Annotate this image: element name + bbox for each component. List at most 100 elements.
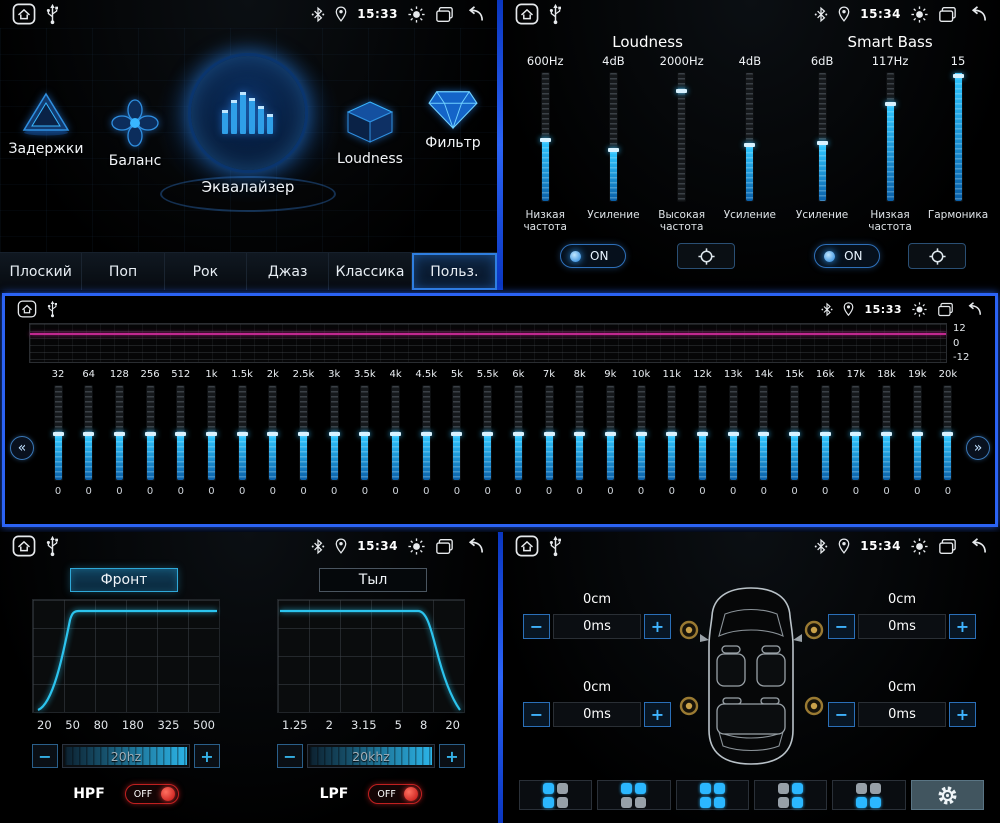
delay-minus-button[interactable]: − [828, 614, 855, 639]
eq-band-slider[interactable]: 128 0 [106, 369, 132, 497]
eq-band-slider[interactable]: 32 0 [45, 369, 71, 497]
lpf-off-toggle[interactable]: OFF [368, 784, 422, 804]
preset-user[interactable]: Польз. [412, 253, 497, 290]
loudness-slider[interactable]: 600Hz Низкая частота [513, 54, 577, 235]
lpf-frequency-slider[interactable]: 20khz [307, 744, 435, 768]
seats-left-button[interactable] [519, 780, 592, 810]
back-icon[interactable] [967, 6, 988, 23]
hpf-off-toggle[interactable]: OFF [125, 784, 179, 804]
eq-band-slider[interactable]: 4k 0 [383, 369, 409, 497]
eq-band-slider[interactable]: 6k 0 [505, 369, 531, 497]
scroll-right-button[interactable]: » [966, 436, 990, 460]
eq-band-slider[interactable]: 1.5k 0 [229, 369, 255, 497]
lpf-minus-button[interactable]: − [277, 744, 303, 768]
menu-item-balance[interactable]: Баланс [92, 98, 178, 169]
delay-plus-button[interactable]: + [644, 702, 671, 727]
brightness-icon[interactable] [408, 6, 425, 23]
home-icon[interactable] [12, 3, 36, 25]
eq-band-slider[interactable]: 2.5k 0 [291, 369, 317, 497]
scroll-left-button[interactable]: « [10, 436, 34, 460]
hpf-minus-button[interactable]: − [32, 744, 58, 768]
recent-apps-icon[interactable] [937, 302, 954, 317]
smart-bass-target-button[interactable] [908, 243, 966, 269]
seats-rear-button[interactable] [832, 780, 905, 810]
preset-rock[interactable]: Рок [165, 253, 247, 290]
delay-plus-button[interactable]: + [644, 614, 671, 639]
menu-item-filter[interactable]: Фильтр [414, 86, 492, 151]
loudness-on-toggle[interactable]: ON [560, 244, 626, 268]
eq-band-slider[interactable]: 1k 0 [198, 369, 224, 497]
loudness-slider[interactable]: 2000Hz Высокая частота [650, 54, 714, 235]
eq-band-slider[interactable]: 16k 0 [812, 369, 838, 497]
delay-plus-button[interactable]: + [949, 702, 976, 727]
eq-band-slider[interactable]: 18k 0 [874, 369, 900, 497]
smart-bass-group: Smart Bass 6dB Усиление 117Hz Низка [786, 28, 994, 269]
back-icon[interactable] [964, 302, 983, 317]
eq-band-slider[interactable]: 17k 0 [843, 369, 869, 497]
eq-band-slider[interactable]: 5.5k 0 [475, 369, 501, 497]
cube-icon [344, 98, 396, 146]
eq-band-slider[interactable]: 3k 0 [321, 369, 347, 497]
back-icon[interactable] [464, 6, 485, 23]
delay-minus-button[interactable]: − [523, 702, 550, 727]
home-icon[interactable] [17, 300, 37, 318]
delay-minus-button[interactable]: − [523, 614, 550, 639]
hpf-plus-button[interactable]: + [194, 744, 220, 768]
smart-bass-slider[interactable]: 6dB Усиление [790, 54, 854, 235]
home-icon[interactable] [515, 3, 539, 25]
preset-flat[interactable]: Плоский [0, 253, 82, 290]
eq-band-slider[interactable]: 11k 0 [659, 369, 685, 497]
eq-band-slider[interactable]: 5k 0 [444, 369, 470, 497]
loudness-slider[interactable]: 4dB Усиление [718, 54, 782, 235]
eq-band-slider[interactable]: 9k 0 [597, 369, 623, 497]
smart-bass-slider[interactable]: 15 Гармоника [926, 54, 990, 235]
eq-band-slider[interactable]: 20k 0 [935, 369, 961, 497]
brightness-icon[interactable] [911, 538, 928, 555]
delay-plus-button[interactable]: + [949, 614, 976, 639]
home-icon[interactable] [515, 535, 539, 557]
menu-item-loudness[interactable]: Loudness [327, 98, 413, 167]
home-icon[interactable] [12, 535, 36, 557]
preset-classic[interactable]: Классика [329, 253, 411, 290]
eq-band-slider[interactable]: 7k 0 [536, 369, 562, 497]
hpf-frequency-slider[interactable]: 20hz [62, 744, 190, 768]
loudness-slider[interactable]: 4dB Усиление [581, 54, 645, 235]
eq-band-slider[interactable]: 12k 0 [689, 369, 715, 497]
eq-band-slider[interactable]: 2k 0 [260, 369, 286, 497]
eq-band-slider[interactable]: 64 0 [76, 369, 102, 497]
brightness-icon[interactable] [912, 302, 927, 317]
loudness-target-button[interactable] [677, 243, 735, 269]
recent-apps-icon[interactable] [938, 6, 957, 23]
brightness-icon[interactable] [408, 538, 425, 555]
tab-rear[interactable]: Тыл [319, 568, 427, 592]
delay-minus-button[interactable]: − [828, 702, 855, 727]
preset-jazz[interactable]: Джаз [247, 253, 329, 290]
recent-apps-icon[interactable] [435, 6, 454, 23]
recent-apps-icon[interactable] [435, 538, 454, 555]
recent-apps-icon[interactable] [938, 538, 957, 555]
eq-band-slider[interactable]: 256 0 [137, 369, 163, 497]
eq-band-slider[interactable]: 10k 0 [628, 369, 654, 497]
eq-band-slider[interactable]: 512 0 [168, 369, 194, 497]
settings-button[interactable] [911, 780, 984, 810]
eq-band-slider[interactable]: 14k 0 [751, 369, 777, 497]
eq-band-slider[interactable]: 19k 0 [904, 369, 930, 497]
menu-item-equalizer[interactable]: Эквалайзер [174, 56, 322, 196]
seats-front-button[interactable] [597, 780, 670, 810]
seats-right-button[interactable] [754, 780, 827, 810]
brightness-icon[interactable] [911, 6, 928, 23]
preset-pop[interactable]: Поп [82, 253, 164, 290]
eq-band-slider[interactable]: 15k 0 [782, 369, 808, 497]
eq-band-slider[interactable]: 3.5k 0 [352, 369, 378, 497]
smart-bass-slider[interactable]: 117Hz Низкая частота [858, 54, 922, 235]
eq-band-slider[interactable]: 13k 0 [720, 369, 746, 497]
eq-band-slider[interactable]: 4.5k 0 [413, 369, 439, 497]
menu-item-delays[interactable]: Задержки [6, 90, 86, 157]
seats-all-button[interactable] [676, 780, 749, 810]
tab-front[interactable]: Фронт [70, 568, 178, 592]
eq-band-slider[interactable]: 8k 0 [567, 369, 593, 497]
back-icon[interactable] [967, 538, 988, 555]
back-icon[interactable] [464, 538, 485, 555]
smart-bass-on-toggle[interactable]: ON [814, 244, 880, 268]
lpf-plus-button[interactable]: + [439, 744, 465, 768]
